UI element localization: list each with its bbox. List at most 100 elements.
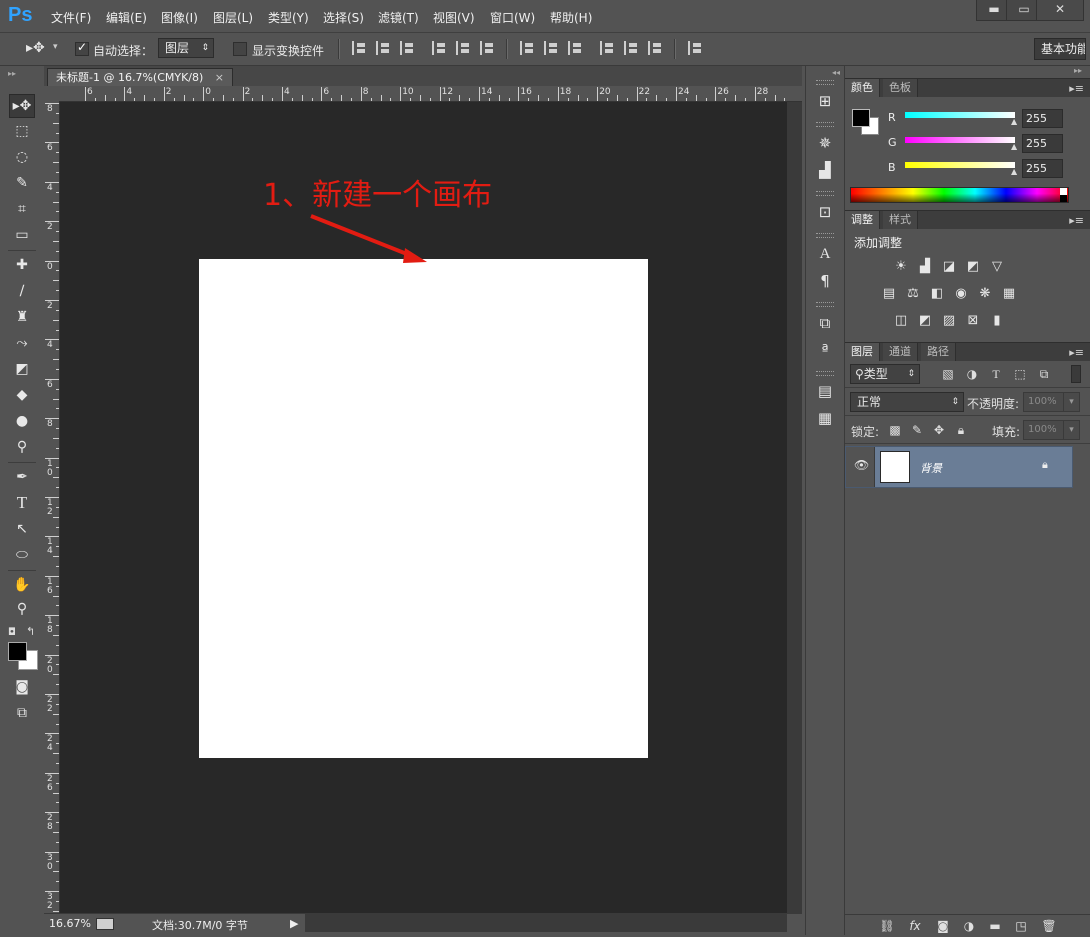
- hue-saturation-icon[interactable]: ▤: [881, 287, 897, 301]
- panel-menu-icon[interactable]: ▸≡: [1069, 82, 1084, 95]
- horizontal-scrollbar[interactable]: [305, 914, 787, 932]
- auto-select-checkbox[interactable]: ✓: [75, 40, 89, 56]
- blur-tool-icon[interactable]: ●: [10, 410, 34, 432]
- collapse-icon[interactable]: ◂◂: [832, 68, 840, 77]
- menu-view[interactable]: 视图(V): [433, 9, 475, 26]
- panel-grip[interactable]: [816, 122, 834, 127]
- type-tool-icon[interactable]: T: [10, 492, 34, 514]
- show-transform-checkbox[interactable]: [233, 42, 247, 56]
- trash-icon[interactable]: 🗑︎: [1041, 918, 1057, 934]
- tab-paths[interactable]: 路径: [921, 343, 956, 361]
- ruler-origin[interactable]: [44, 86, 61, 102]
- distribute-right-edges-icon[interactable]: [648, 41, 664, 55]
- notes-panel-icon[interactable]: ▦: [815, 408, 835, 428]
- color-lookup-icon[interactable]: ▦: [1001, 287, 1017, 301]
- hand-tool-icon[interactable]: ✋: [10, 574, 34, 596]
- align-right-edges-icon[interactable]: [480, 41, 496, 55]
- slider-thumb-icon[interactable]: ▲: [1011, 142, 1017, 151]
- brightness-contrast-icon[interactable]: ☀: [893, 260, 909, 274]
- filter-toggle[interactable]: [1071, 365, 1081, 383]
- channel-g-slider[interactable]: [905, 137, 1015, 143]
- align-bottom-edges-icon[interactable]: [400, 41, 416, 55]
- marquee-tool-icon[interactable]: ⬚: [10, 120, 34, 142]
- filter-shape-layers-icon[interactable]: ⬚: [1012, 366, 1028, 382]
- filter-type-layers-icon[interactable]: T: [988, 366, 1004, 382]
- color-balance-icon[interactable]: ⚖: [905, 287, 921, 301]
- exposure-icon[interactable]: ◩: [965, 260, 981, 274]
- vertical-ruler[interactable]: 864202468101214161820222426283032: [44, 101, 60, 922]
- slider-thumb-icon[interactable]: ▲: [1011, 167, 1017, 176]
- chevron-down-icon[interactable]: ▾: [53, 42, 58, 52]
- slider-thumb-icon[interactable]: ▲: [1011, 117, 1017, 126]
- tab-layers[interactable]: 图层: [845, 343, 880, 361]
- clone-stamp-tool-icon[interactable]: ♜: [10, 306, 34, 328]
- channel-r-slider[interactable]: [905, 112, 1015, 118]
- menu-window[interactable]: 窗口(W): [490, 9, 535, 26]
- tab-color[interactable]: 颜色: [845, 79, 880, 97]
- layer-visibility-toggle[interactable]: 👁︎: [846, 447, 875, 487]
- quick-mask-icon[interactable]: ◙: [10, 676, 34, 698]
- channel-mixer-icon[interactable]: ❋: [977, 287, 993, 301]
- info-panel-icon[interactable]: ⊡: [815, 202, 835, 222]
- panel-grip[interactable]: [816, 371, 834, 376]
- filter-pixel-layers-icon[interactable]: ▧: [940, 366, 956, 382]
- character-panel-icon[interactable]: A: [815, 244, 835, 264]
- status-menu-arrow[interactable]: ▶: [290, 917, 298, 930]
- menu-image[interactable]: 图像(I): [161, 9, 198, 26]
- menu-type[interactable]: 类型(Y): [268, 9, 309, 26]
- doc-profile-icon[interactable]: [96, 918, 114, 930]
- properties-panel-icon[interactable]: ▤: [815, 381, 835, 401]
- healing-brush-tool-icon[interactable]: ✚: [10, 254, 34, 276]
- menu-help[interactable]: 帮助(H): [550, 9, 592, 26]
- color-spectrum-ramp[interactable]: [850, 187, 1069, 203]
- curves-icon[interactable]: ◪: [941, 260, 957, 274]
- add-layer-mask-icon[interactable]: ◙: [935, 918, 951, 934]
- panel-grip[interactable]: [816, 80, 834, 85]
- auto-select-target-dropdown[interactable]: 图层 ⇕: [158, 38, 214, 58]
- expand-icon[interactable]: ▸▸: [1074, 66, 1082, 75]
- photo-filter-icon[interactable]: ◉: [953, 287, 969, 301]
- lasso-tool-icon[interactable]: ◌: [10, 146, 34, 168]
- tab-channels[interactable]: 通道: [883, 343, 918, 361]
- opacity-dropdown-arrow[interactable]: ▾: [1063, 392, 1080, 412]
- distribute-vertical-centers-icon[interactable]: [544, 41, 560, 55]
- posterize-icon[interactable]: ◩: [917, 314, 933, 328]
- layer-thumbnail[interactable]: [880, 451, 910, 483]
- quick-selection-tool-icon[interactable]: ✎: [10, 172, 34, 194]
- ellipse-tool-icon[interactable]: ⬭: [10, 544, 34, 566]
- tab-styles[interactable]: 样式: [883, 211, 918, 229]
- screen-mode-icon[interactable]: ⧉: [10, 702, 34, 724]
- align-horizontal-centers-icon[interactable]: [456, 41, 472, 55]
- menu-filter[interactable]: 滤镜(T): [378, 9, 419, 26]
- path-selection-tool-icon[interactable]: ↖: [10, 518, 34, 540]
- distribute-top-edges-icon[interactable]: [520, 41, 536, 55]
- swap-colors-icon[interactable]: ↰: [26, 625, 35, 638]
- document-canvas[interactable]: [199, 259, 648, 758]
- align-left-edges-icon[interactable]: [432, 41, 448, 55]
- zoom-tool-icon[interactable]: ⚲: [10, 598, 34, 620]
- tab-swatches[interactable]: 色板: [883, 79, 918, 97]
- invert-icon[interactable]: ◫: [893, 314, 909, 328]
- paragraph-styles-icon[interactable]: ⧉: [815, 313, 835, 333]
- lock-transparent-pixels-icon[interactable]: ▩: [887, 422, 903, 438]
- eyedropper-tool-icon[interactable]: ▭: [10, 224, 34, 246]
- panel-grip[interactable]: [816, 302, 834, 307]
- distribute-bottom-edges-icon[interactable]: [568, 41, 584, 55]
- move-tool-preset-icon[interactable]: ▸✥: [26, 40, 45, 56]
- eraser-tool-icon[interactable]: ◩: [10, 358, 34, 380]
- lock-image-pixels-icon[interactable]: ✎: [909, 422, 925, 438]
- collapse-icon[interactable]: ▸▸: [8, 69, 16, 78]
- levels-icon[interactable]: ▟: [917, 260, 933, 274]
- foreground-color-swatch[interactable]: [852, 109, 870, 127]
- paint-bucket-tool-icon[interactable]: ◆: [10, 384, 34, 406]
- menu-file[interactable]: 文件(F): [51, 9, 91, 26]
- gradient-map-icon[interactable]: ▮: [989, 314, 1005, 328]
- history-panel-icon[interactable]: ⊞: [815, 91, 835, 111]
- zoom-level[interactable]: 16.67%: [49, 917, 91, 930]
- pen-tool-icon[interactable]: ✒: [10, 466, 34, 488]
- foreground-color-swatch[interactable]: [8, 642, 27, 661]
- channel-g-value[interactable]: 255: [1022, 134, 1063, 153]
- black-swatch[interactable]: [1060, 195, 1067, 202]
- white-swatch[interactable]: [1060, 188, 1067, 195]
- new-layer-icon[interactable]: ◳: [1013, 918, 1029, 934]
